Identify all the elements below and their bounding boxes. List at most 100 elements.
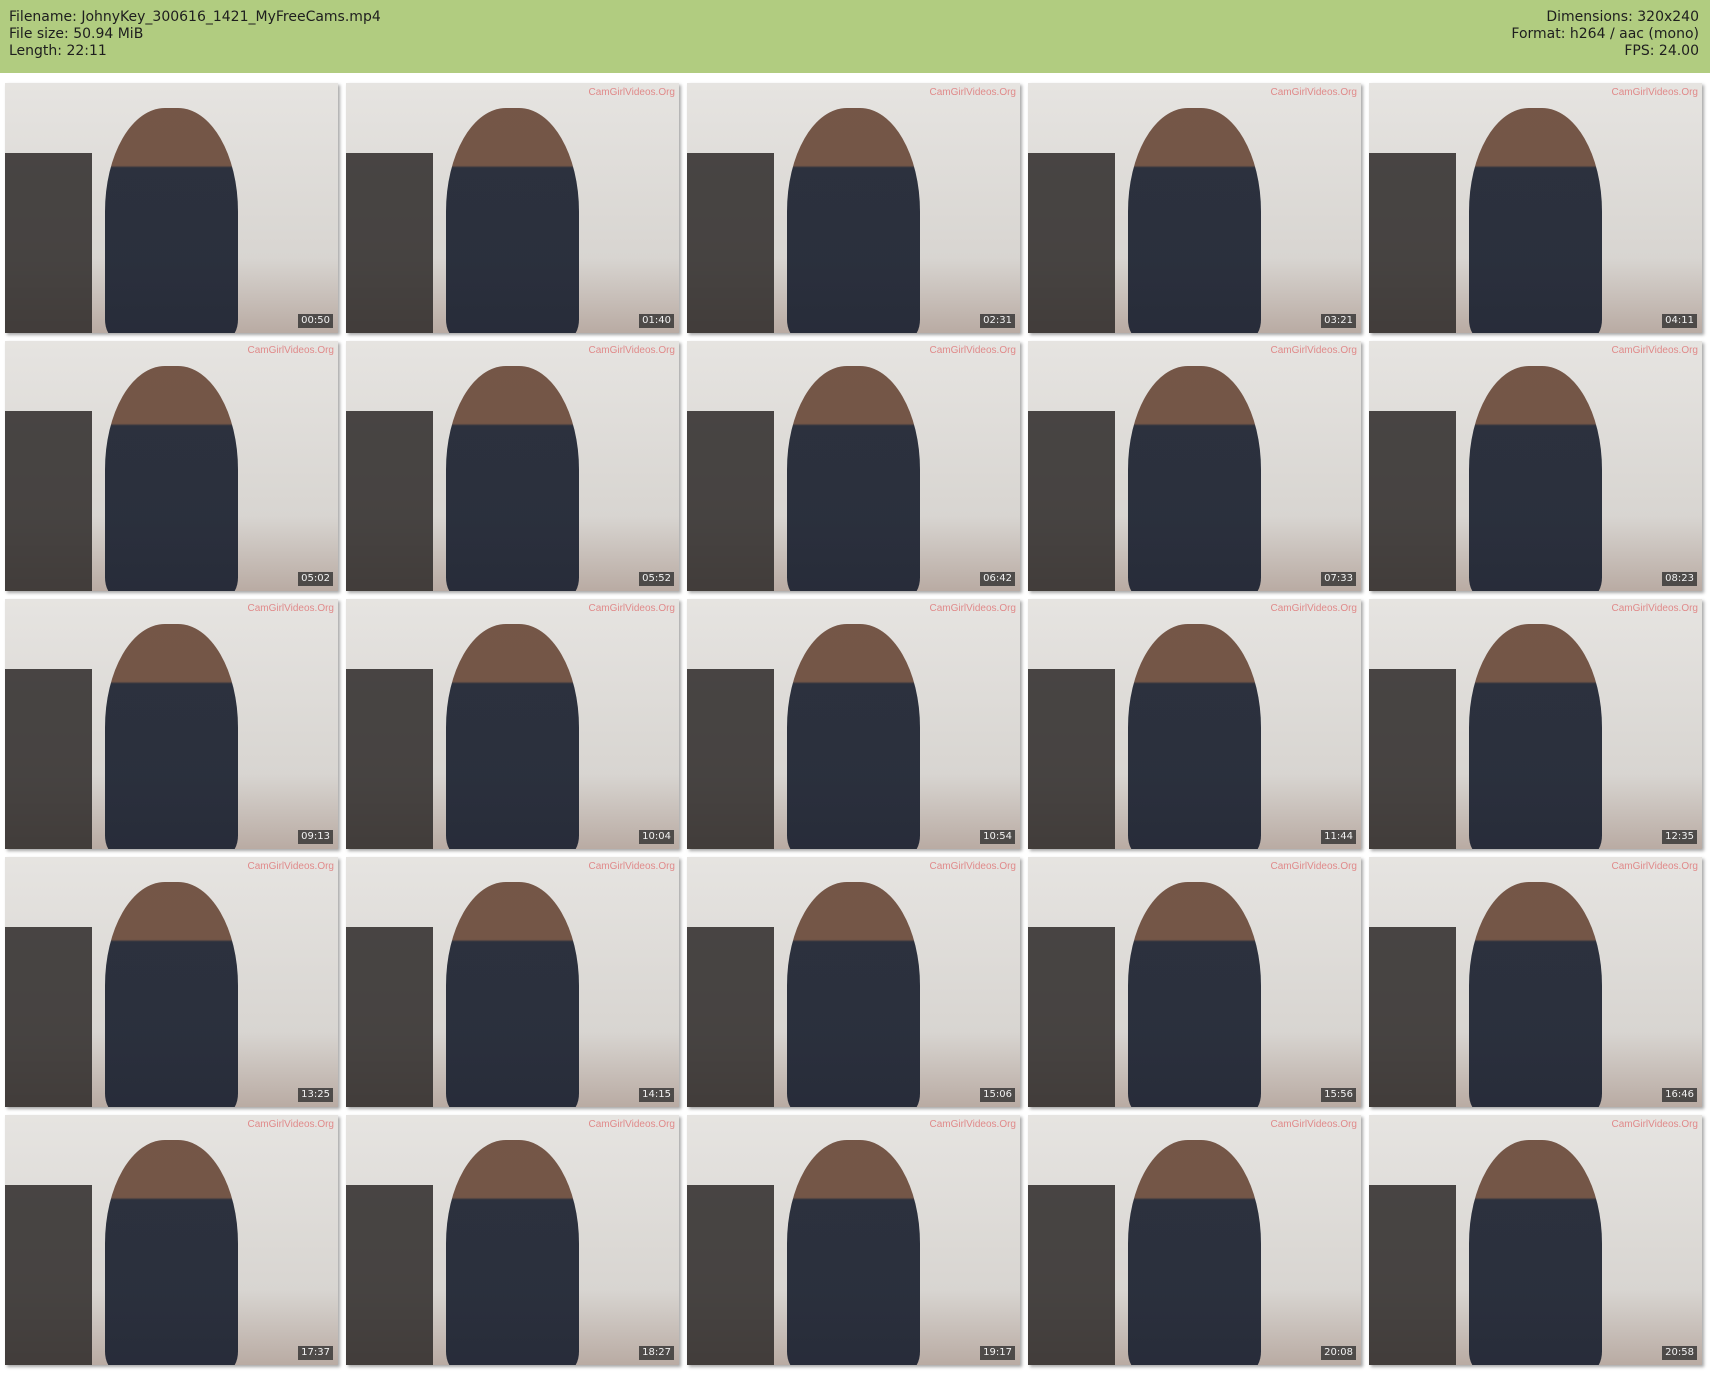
thumbnail-timestamp: 00:50	[298, 314, 333, 328]
thumbnail-figure	[786, 108, 921, 333]
length-label: Length:	[9, 43, 63, 59]
watermark-logo: CamGirlVideos.Org	[929, 1119, 1016, 1130]
thumbnail-grid: 00:50 CamGirlVideos.Org 01:40 CamGirlVideos…	[0, 77, 1710, 1373]
watermark-logo: CamGirlVideos.Org	[247, 861, 334, 872]
thumbnail-timestamp: 15:56	[1321, 1088, 1356, 1102]
thumbnail-furniture	[5, 411, 92, 591]
thumbnail-timestamp: 20:58	[1662, 1346, 1697, 1360]
watermark-logo: CamGirlVideos.Org	[929, 861, 1016, 872]
thumbnail-figure	[1468, 108, 1603, 333]
thumbnail-timestamp: 10:54	[980, 830, 1015, 844]
watermark-logo: CamGirlVideos.Org	[929, 87, 1016, 98]
thumbnail-timestamp: 17:37	[298, 1346, 333, 1360]
thumbnail-furniture	[1369, 411, 1456, 591]
video-thumbnail: CamGirlVideos.Org 08:23	[1369, 341, 1702, 591]
info-left: Filename: JohnyKey_300616_1421_MyFreeCam…	[9, 9, 381, 60]
video-thumbnail: CamGirlVideos.Org 19:17	[687, 1115, 1020, 1365]
thumbnail-timestamp: 05:02	[298, 572, 333, 586]
watermark-logo: CamGirlVideos.Org	[929, 345, 1016, 356]
watermark-logo: CamGirlVideos.Org	[588, 861, 675, 872]
thumbnail-figure	[786, 1140, 921, 1365]
thumbnail-figure	[445, 108, 580, 333]
thumbnail-figure	[1468, 882, 1603, 1107]
thumbnail-timestamp: 09:13	[298, 830, 333, 844]
dimensions-value: 320x240	[1637, 9, 1699, 25]
video-thumbnail: CamGirlVideos.Org 16:46	[1369, 857, 1702, 1107]
thumbnail-furniture	[1369, 669, 1456, 849]
format-label: Format:	[1511, 26, 1566, 42]
thumbnail-furniture	[1028, 153, 1115, 333]
thumbnail-furniture	[687, 1185, 774, 1365]
thumbnail-furniture	[687, 153, 774, 333]
thumbnail-figure	[445, 1140, 580, 1365]
length-value: 22:11	[66, 43, 107, 59]
video-thumbnail: CamGirlVideos.Org 07:33	[1028, 341, 1361, 591]
fps-label: FPS:	[1624, 43, 1655, 59]
video-thumbnail: CamGirlVideos.Org 17:37	[5, 1115, 338, 1365]
dimensions-label: Dimensions:	[1546, 9, 1633, 25]
thumbnail-figure	[104, 1140, 239, 1365]
watermark-logo: CamGirlVideos.Org	[1611, 345, 1698, 356]
thumbnail-timestamp: 07:33	[1321, 572, 1356, 586]
thumbnail-figure	[445, 882, 580, 1107]
video-thumbnail: CamGirlVideos.Org 10:04	[346, 599, 679, 849]
length-line: Length: 22:11	[9, 43, 381, 60]
video-thumbnail: CamGirlVideos.Org 01:40	[346, 83, 679, 333]
thumbnail-furniture	[346, 153, 433, 333]
video-thumbnail: CamGirlVideos.Org 06:42	[687, 341, 1020, 591]
thumbnail-figure	[104, 366, 239, 591]
thumbnail-furniture	[1369, 1185, 1456, 1365]
watermark-logo: CamGirlVideos.Org	[588, 1119, 675, 1130]
watermark-logo: CamGirlVideos.Org	[247, 1119, 334, 1130]
video-thumbnail: CamGirlVideos.Org 18:27	[346, 1115, 679, 1365]
thumbnail-furniture	[5, 153, 92, 333]
video-thumbnail: CamGirlVideos.Org 11:44	[1028, 599, 1361, 849]
thumbnail-figure	[1127, 366, 1262, 591]
watermark-logo: CamGirlVideos.Org	[588, 87, 675, 98]
thumbnail-timestamp: 12:35	[1662, 830, 1697, 844]
video-thumbnail: CamGirlVideos.Org 03:21	[1028, 83, 1361, 333]
thumbnail-timestamp: 03:21	[1321, 314, 1356, 328]
thumbnail-furniture	[687, 411, 774, 591]
thumbnail-furniture	[5, 1185, 92, 1365]
thumbnail-figure	[104, 882, 239, 1107]
watermark-logo: CamGirlVideos.Org	[1270, 1119, 1357, 1130]
fps-line: FPS: 24.00	[1511, 43, 1699, 60]
watermark-logo: CamGirlVideos.Org	[1270, 87, 1357, 98]
thumbnail-furniture	[5, 669, 92, 849]
thumbnail-timestamp: 01:40	[639, 314, 674, 328]
filename-value: JohnyKey_300616_1421_MyFreeCams.mp4	[81, 9, 381, 25]
thumbnail-timestamp: 19:17	[980, 1346, 1015, 1360]
watermark-logo: CamGirlVideos.Org	[1270, 861, 1357, 872]
thumbnail-timestamp: 08:23	[1662, 572, 1697, 586]
thumbnail-furniture	[1028, 411, 1115, 591]
filename-label: Filename:	[9, 9, 77, 25]
thumbnail-figure	[104, 624, 239, 849]
filesize-value: 50.94 MiB	[73, 26, 144, 42]
video-thumbnail: CamGirlVideos.Org 15:56	[1028, 857, 1361, 1107]
video-thumbnail: CamGirlVideos.Org 09:13	[5, 599, 338, 849]
watermark-logo: CamGirlVideos.Org	[1270, 603, 1357, 614]
thumbnail-figure	[1468, 366, 1603, 591]
thumbnail-timestamp: 20:08	[1321, 1346, 1356, 1360]
thumbnail-timestamp: 15:06	[980, 1088, 1015, 1102]
thumbnail-timestamp: 18:27	[639, 1346, 674, 1360]
format-value: h264 / aac (mono)	[1569, 26, 1699, 42]
thumbnail-timestamp: 11:44	[1321, 830, 1356, 844]
thumbnail-figure	[1127, 1140, 1262, 1365]
thumbnail-furniture	[346, 927, 433, 1107]
thumbnail-figure	[1127, 624, 1262, 849]
dimensions-line: Dimensions: 320x240	[1511, 9, 1699, 26]
thumbnail-timestamp: 04:11	[1662, 314, 1697, 328]
video-thumbnail: 00:50	[5, 83, 338, 333]
video-thumbnail: CamGirlVideos.Org 05:52	[346, 341, 679, 591]
video-thumbnail: CamGirlVideos.Org 15:06	[687, 857, 1020, 1107]
video-thumbnail: CamGirlVideos.Org 12:35	[1369, 599, 1702, 849]
thumbnail-timestamp: 02:31	[980, 314, 1015, 328]
video-thumbnail: CamGirlVideos.Org 13:25	[5, 857, 338, 1107]
thumbnail-furniture	[1369, 927, 1456, 1107]
video-thumbnail: CamGirlVideos.Org 14:15	[346, 857, 679, 1107]
thumbnail-figure	[786, 882, 921, 1107]
thumbnail-figure	[1468, 1140, 1603, 1365]
watermark-logo: CamGirlVideos.Org	[588, 345, 675, 356]
